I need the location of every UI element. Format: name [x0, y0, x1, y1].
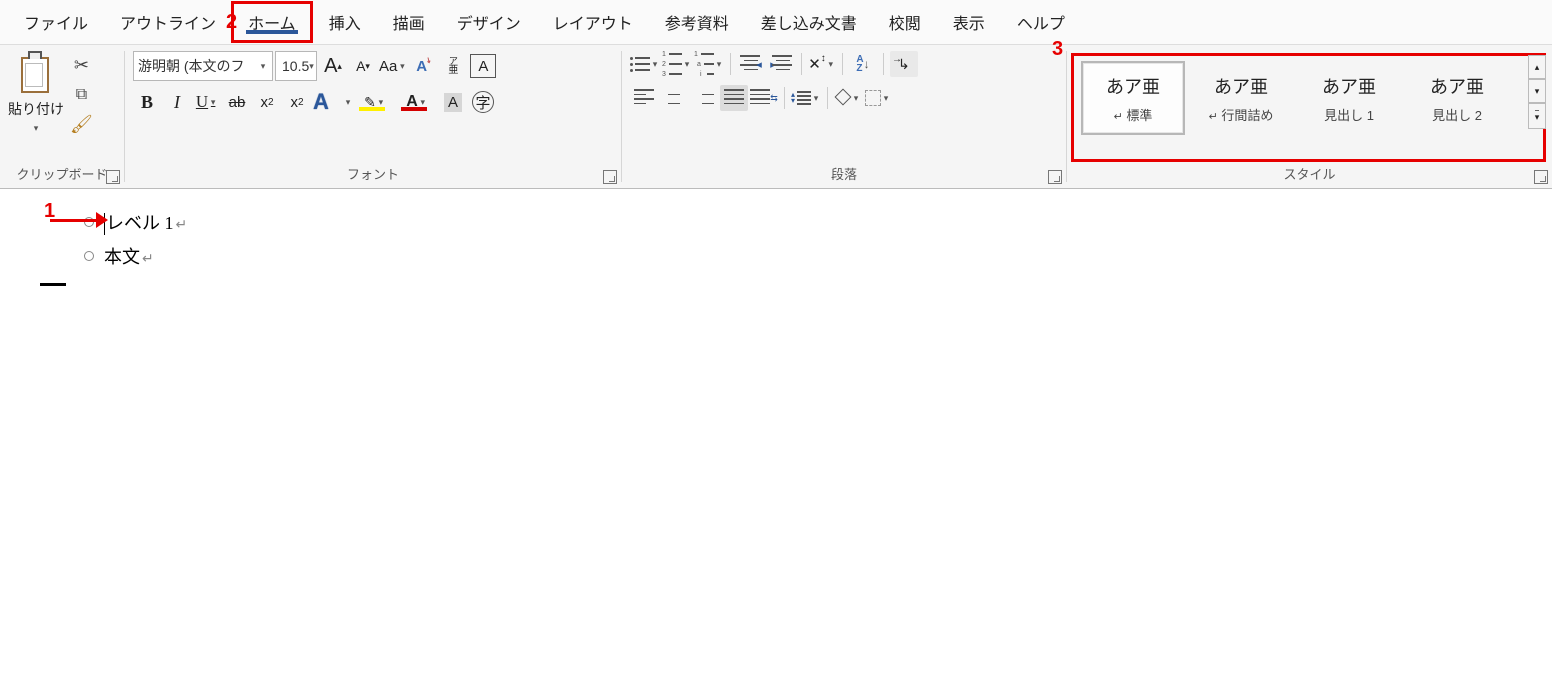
grow-font-button[interactable]: A▴ — [319, 53, 347, 79]
shading-button[interactable]: ▾ — [834, 85, 862, 111]
font-color-button[interactable]: A▾ — [397, 89, 437, 115]
paragraph-launcher[interactable] — [1048, 170, 1062, 184]
group-label-paragraph: 段落 — [630, 162, 1058, 184]
styles-scroll-down[interactable]: ▾ — [1528, 79, 1546, 103]
bold-button[interactable]: B — [133, 89, 161, 115]
return-mark-icon: ↵ — [176, 218, 188, 233]
tab-draw[interactable]: 描画 — [377, 0, 441, 44]
shrink-font-button[interactable]: A▾ — [349, 53, 377, 79]
ribbon: 貼り付け ▾ ✂ ⧉ 🖌 クリップボード 游明朝 (本文のフ ▾ 10.5 ▾ — [0, 44, 1552, 189]
borders-button[interactable]: ▾ — [864, 85, 892, 111]
annotation-1: 1 — [44, 200, 55, 223]
copy-button[interactable]: ⧉ — [76, 86, 87, 104]
char-shading-button[interactable]: A — [439, 89, 467, 115]
tab-outline[interactable]: アウトライン — [104, 0, 232, 44]
tab-review[interactable]: 校閲 — [873, 0, 937, 44]
section-end-mark — [40, 283, 66, 286]
enclose-char-button[interactable]: 字 — [469, 89, 497, 115]
tab-references[interactable]: 参考資料 — [649, 0, 745, 44]
annotation-arrow-1 — [50, 210, 108, 230]
group-paragraph: ▾ 123 ▾ 1ai ▾ ◂ ▸ — [622, 45, 1066, 188]
annotation-2: 2 — [226, 11, 237, 34]
outline-line-2[interactable]: 本文↵ — [84, 239, 1532, 273]
tab-help[interactable]: ヘルプ — [1001, 0, 1081, 44]
styles-scroll: ▴ ▾ ▾ — [1528, 55, 1546, 129]
document-canvas[interactable]: レベル 1↵ 本文↵ — [0, 189, 1552, 286]
tab-file[interactable]: ファイル — [8, 0, 104, 44]
down-caret-icon: ▾ — [365, 61, 370, 72]
show-hide-marks-button[interactable]: → — [890, 51, 918, 77]
group-label-clipboard: クリップボード — [8, 162, 116, 184]
outline-line-1[interactable]: レベル 1↵ — [84, 205, 1532, 239]
strike-button[interactable]: ab — [223, 89, 251, 115]
superscript-button[interactable]: x2 — [283, 89, 311, 115]
tab-layout[interactable]: レイアウト — [537, 0, 649, 44]
increase-indent-button[interactable]: ▸ — [767, 51, 795, 77]
highlight-button[interactable]: ✎▾ — [355, 89, 395, 115]
char-border-button[interactable]: A — [469, 53, 497, 79]
clipboard-launcher[interactable] — [106, 170, 120, 184]
font-name-value: 游明朝 (本文のフ — [138, 56, 245, 76]
line1-text: レベル 1 — [106, 213, 174, 233]
numbering-button[interactable]: 123 ▾ — [662, 51, 692, 77]
styles-launcher[interactable] — [1534, 170, 1548, 184]
text-effects-button[interactable]: A▾ — [313, 89, 353, 115]
chevron-down-icon: ▾ — [258, 61, 268, 72]
tab-insert[interactable]: 挿入 — [313, 0, 377, 44]
phonetic-guide-button[interactable]: ア亜 — [439, 53, 467, 79]
align-center-button[interactable] — [660, 85, 688, 111]
paste-button[interactable]: 貼り付け ▾ — [8, 51, 64, 134]
font-launcher[interactable] — [603, 170, 617, 184]
chevron-down-icon: ▾ — [309, 61, 314, 72]
group-label-font: フォント — [133, 162, 613, 184]
underline-button[interactable]: U▾ — [193, 89, 221, 115]
justify-button[interactable] — [720, 85, 748, 111]
group-label-styles: スタイル — [1075, 162, 1544, 184]
annotation-box-3 — [1071, 53, 1546, 162]
subscript-button[interactable]: x2 — [253, 89, 281, 115]
tab-design[interactable]: デザイン — [441, 0, 537, 44]
format-painter-button[interactable]: 🖌 — [70, 114, 93, 135]
tab-mailings[interactable]: 差し込み文書 — [745, 0, 873, 44]
sort-button[interactable]: AZ↓ — [849, 51, 877, 77]
clipboard-icon — [17, 51, 55, 95]
font-size-value: 10.5 — [282, 58, 309, 74]
cut-button[interactable]: ✂ — [74, 55, 89, 76]
paste-label: 貼り付け — [8, 99, 64, 119]
styles-scroll-up[interactable]: ▴ — [1528, 55, 1546, 79]
tab-home[interactable]: ホーム — [231, 1, 313, 43]
group-clipboard: 貼り付け ▾ ✂ ⧉ 🖌 クリップボード — [0, 45, 124, 188]
font-name-combo[interactable]: 游明朝 (本文のフ ▾ — [133, 51, 273, 81]
line-spacing-button[interactable]: ▴▾ ▾ — [791, 85, 821, 111]
line2-text: 本文 — [104, 247, 140, 267]
multilevel-list-button[interactable]: 1ai ▾ — [694, 51, 724, 77]
outline-bullet-icon — [84, 251, 94, 261]
change-case-button[interactable]: Aa▾ — [379, 53, 407, 79]
font-size-combo[interactable]: 10.5 ▾ — [275, 51, 317, 81]
return-mark-icon: ↵ — [142, 252, 154, 267]
decrease-indent-button[interactable]: ◂ — [737, 51, 765, 77]
clear-format-button[interactable]: A⭏ — [409, 53, 437, 79]
annotation-3: 3 — [1052, 38, 1063, 61]
styles-more-button[interactable]: ▾ — [1528, 103, 1546, 129]
bullets-button[interactable]: ▾ — [630, 51, 660, 77]
italic-button[interactable]: I — [163, 89, 191, 115]
paste-dropdown-icon[interactable]: ▾ — [31, 123, 41, 134]
tab-view[interactable]: 表示 — [937, 0, 1001, 44]
ribbon-tabs: ファイル アウトライン 2 ホーム 挿入 描画 デザイン レイアウト 参考資料 … — [0, 0, 1552, 44]
align-right-button[interactable] — [690, 85, 718, 111]
group-font: 游明朝 (本文のフ ▾ 10.5 ▾ A▴ A▾ Aa▾ A⭏ ア亜 A B I — [125, 45, 621, 188]
up-caret-icon: ▴ — [337, 61, 342, 72]
text-direction-button[interactable]: ✕↕▾ — [808, 51, 836, 77]
group-styles: あア亜 ↵ 標準 あア亜 ↵ 行間詰め あア亜 見出し 1 あア亜 見出し 2 … — [1067, 45, 1552, 188]
distributed-button[interactable]: ⇆ — [750, 85, 778, 111]
align-left-button[interactable] — [630, 85, 658, 111]
